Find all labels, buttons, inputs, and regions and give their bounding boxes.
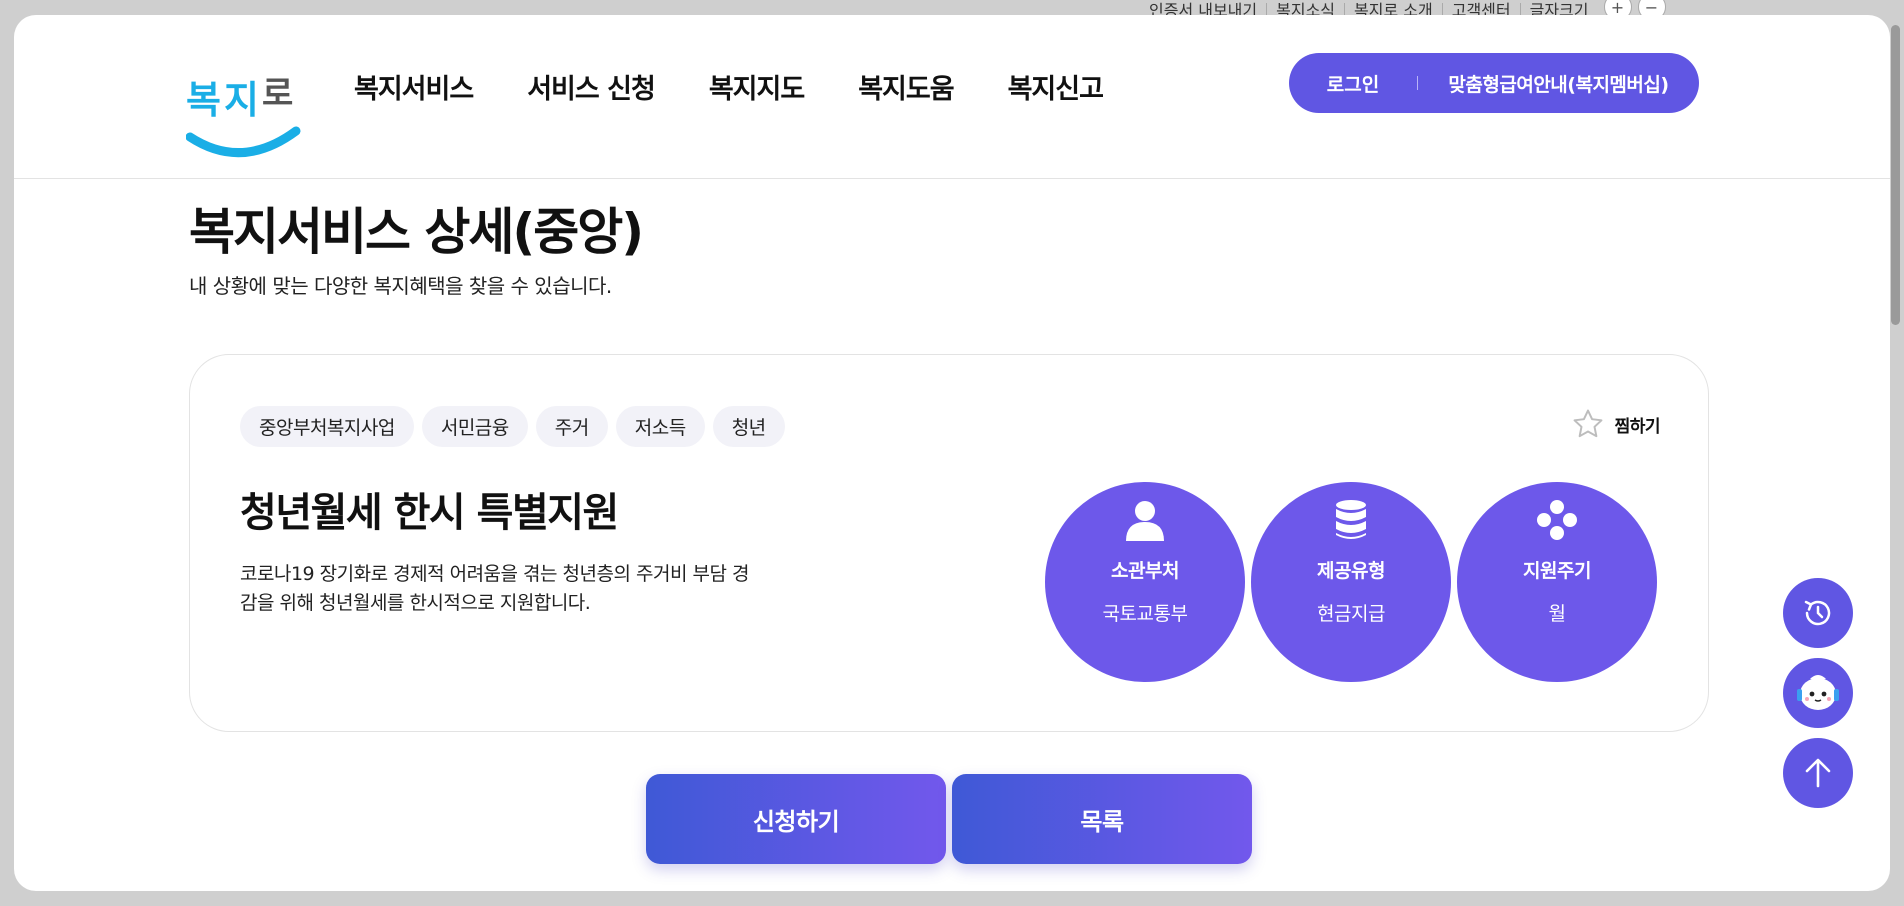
tag-item[interactable]: 서민금융 bbox=[421, 406, 528, 447]
nav-welfare-help[interactable]: 복지도움 bbox=[858, 67, 954, 106]
svg-text:지: 지 bbox=[224, 78, 259, 122]
person-icon bbox=[1125, 498, 1165, 542]
service-description: 코로나19 장기화로 경제적 어려움을 겪는 청년층의 주거비 부담 경감을 위… bbox=[240, 563, 749, 614]
info-label: 제공유형 bbox=[1317, 560, 1385, 582]
nav-service-apply[interactable]: 서비스 신청 bbox=[527, 67, 656, 106]
tag-item[interactable]: 청년 bbox=[712, 406, 785, 447]
favorite-button[interactable]: 찜하기 bbox=[1571, 407, 1661, 441]
dots-icon bbox=[1536, 498, 1578, 542]
scroll-top-button[interactable] bbox=[1783, 738, 1853, 808]
tag-item[interactable]: 저소득 bbox=[615, 406, 705, 447]
history-icon bbox=[1804, 600, 1831, 626]
info-value: 월 bbox=[1548, 603, 1566, 625]
login-button[interactable]: 로그인 bbox=[1289, 70, 1417, 97]
svg-text:복: 복 bbox=[186, 78, 221, 122]
service-title: 청년월세 한시 특별지원 bbox=[240, 490, 619, 536]
nav-welfare-report[interactable]: 복지신고 bbox=[1008, 67, 1104, 106]
page-subtitle: 내 상황에 맞는 다양한 복지혜택을 찾을 수 있습니다. bbox=[189, 274, 612, 298]
page-scrollbar[interactable] bbox=[1889, 15, 1902, 891]
logo[interactable]: 복 지 로 bbox=[185, 53, 302, 171]
membership-button[interactable]: 맞춤형급여안내(복지멤버십) bbox=[1418, 70, 1699, 97]
service-info-list: 소관부처 국토교통부 제공유형 현금지급 지원주기 월 bbox=[1045, 482, 1657, 682]
tag-item[interactable]: 주거 bbox=[535, 406, 608, 447]
info-label: 소관부처 bbox=[1111, 560, 1179, 582]
apply-button[interactable]: 신청하기 bbox=[646, 774, 946, 864]
main-nav: 복지서비스 서비스 신청 복지지도 복지도움 복지신고 bbox=[354, 67, 1104, 106]
info-circle-provision-type: 제공유형 현금지급 bbox=[1251, 482, 1451, 682]
info-label: 지원주기 bbox=[1523, 560, 1591, 582]
nav-welfare-services[interactable]: 복지서비스 bbox=[354, 67, 474, 106]
action-buttons: 신청하기 목록 bbox=[646, 774, 1252, 864]
chatbot-button[interactable] bbox=[1783, 658, 1853, 728]
info-circle-support-cycle: 지원주기 월 bbox=[1457, 482, 1657, 682]
svg-text:로: 로 bbox=[262, 74, 293, 114]
info-value: 국토교통부 bbox=[1102, 603, 1188, 625]
favorite-label: 찜하기 bbox=[1614, 416, 1661, 437]
arrow-up-icon bbox=[1805, 758, 1831, 788]
history-button[interactable] bbox=[1783, 578, 1853, 648]
tag-item[interactable]: 중앙부처복지사업 bbox=[240, 406, 414, 447]
star-icon bbox=[1573, 409, 1603, 438]
scrollbar-thumb[interactable] bbox=[1891, 25, 1900, 325]
nav-welfare-map[interactable]: 복지지도 bbox=[709, 67, 805, 106]
database-icon bbox=[1334, 498, 1368, 542]
info-circle-department: 소관부처 국토교통부 bbox=[1045, 482, 1245, 682]
chatbot-icon bbox=[1797, 675, 1839, 710]
info-value: 현금지급 bbox=[1317, 603, 1385, 625]
logo-image: 복 지 로 bbox=[185, 74, 301, 157]
floating-buttons bbox=[1783, 578, 1853, 808]
list-button[interactable]: 목록 bbox=[952, 774, 1252, 864]
page-title: 복지서비스 상세(중앙) bbox=[189, 203, 644, 261]
auth-pill: 로그인 맞춤형급여안내(복지멤버십) bbox=[1289, 53, 1699, 113]
tag-list: 중앙부처복지사업 서민금융 주거 저소득 청년 bbox=[240, 406, 785, 447]
main-frame: 복 지 로 복지서비스 서비스 신청 복지지도 복지도움 복지신고 로그인 맞춤… bbox=[14, 15, 1890, 891]
site-header: 복 지 로 복지서비스 서비스 신청 복지지도 복지도움 복지신고 로그인 맞춤… bbox=[14, 15, 1890, 179]
service-card: 중앙부처복지사업 서민금융 주거 저소득 청년 찜하기 청년월세 한시 특별지원… bbox=[189, 354, 1709, 732]
